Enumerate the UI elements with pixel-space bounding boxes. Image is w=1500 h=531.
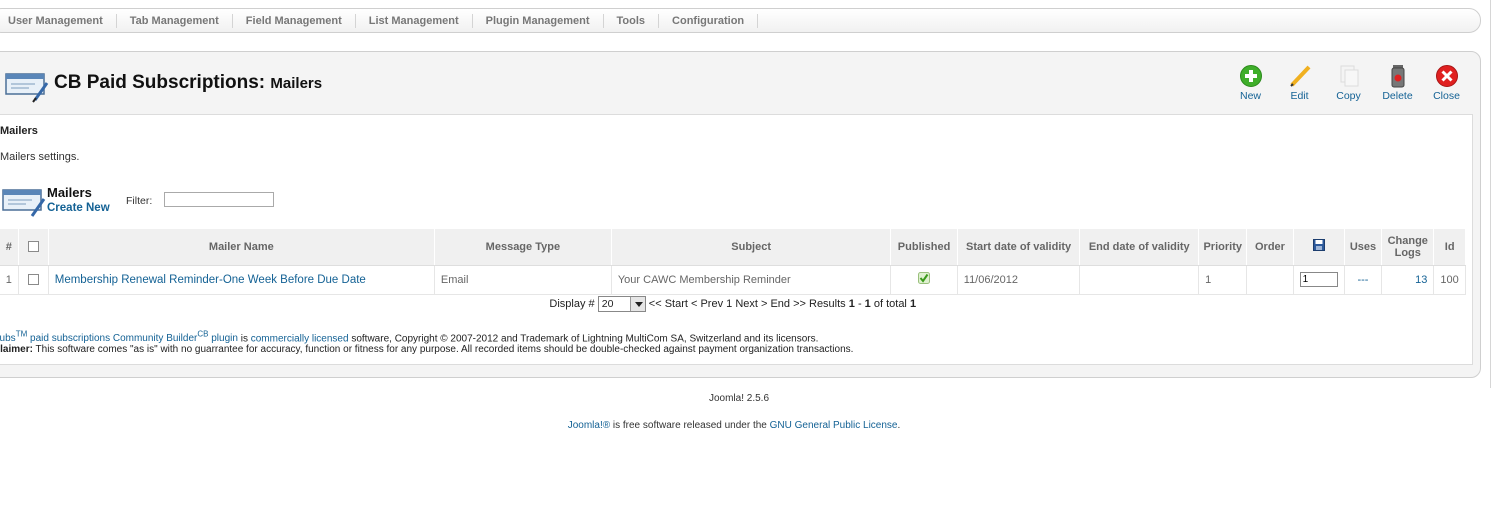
- col-change-logs[interactable]: Change Logs: [1381, 229, 1435, 266]
- row-subject: Your CAWC Membership Reminder: [611, 265, 892, 295]
- save-icon[interactable]: [1312, 239, 1325, 252]
- new-button[interactable]: New: [1226, 64, 1275, 102]
- col-end-date[interactable]: End date of validity: [1079, 229, 1200, 266]
- license-text: Joomla!® is free software released under…: [567, 420, 901, 431]
- commercially-licensed-link[interactable]: commercially licensed: [251, 333, 349, 344]
- pencil-icon: [1289, 65, 1310, 87]
- row-priority: 1: [1198, 265, 1248, 295]
- col-message-type[interactable]: Message Type: [434, 229, 612, 266]
- row-order-input-cell: [1293, 265, 1345, 295]
- copy-button[interactable]: Copy: [1324, 64, 1373, 102]
- close-icon: [1435, 65, 1458, 87]
- uses-link[interactable]: ---: [1357, 274, 1368, 286]
- menu-configuration[interactable]: Configuration: [659, 13, 759, 28]
- display-label: Display #: [549, 298, 595, 311]
- page-border: [1490, 0, 1491, 388]
- create-new-link[interactable]: Create New: [47, 202, 110, 214]
- col-select-all: [18, 229, 49, 266]
- gpl-link[interactable]: GNU General Public License: [770, 420, 898, 431]
- delete-button[interactable]: Delete: [1373, 64, 1422, 102]
- row-uses: ---: [1344, 265, 1383, 295]
- filter-input[interactable]: [164, 192, 274, 207]
- row-order: [1246, 265, 1294, 295]
- joomla-link[interactable]: Joomla!®: [568, 420, 610, 431]
- page-title: CB Paid Subscriptions: Mailers: [54, 72, 323, 93]
- col-save-order: [1293, 229, 1345, 266]
- mailers-icon: [5, 73, 49, 103]
- col-id[interactable]: Id: [1433, 229, 1466, 266]
- row-message-type: Email: [434, 265, 612, 295]
- mailer-name-link[interactable]: Membership Renewal Reminder-One Week Bef…: [55, 274, 366, 286]
- version-text: Joomla! 2.5.6: [708, 393, 770, 404]
- col-published[interactable]: Published: [890, 229, 958, 266]
- toolbar: New Edit Copy Delete Close: [1226, 64, 1471, 102]
- row-id: 100: [1433, 265, 1466, 295]
- results-range-end: 1: [864, 298, 871, 311]
- cbsubs-link[interactable]: CBSubsTM paid subscriptions: [0, 330, 110, 344]
- plus-circle-icon: [1239, 65, 1262, 87]
- menu-tab-management[interactable]: Tab Management: [117, 13, 233, 28]
- col-number: #: [0, 229, 19, 266]
- change-logs-link[interactable]: 13: [1415, 274, 1427, 286]
- edit-button[interactable]: Edit: [1275, 64, 1324, 102]
- row-mailer-name: Membership Renewal Reminder-One Week Bef…: [48, 265, 435, 295]
- row-published: [890, 265, 958, 295]
- footer-disclaimer: Disclaimer: This software comes "as is" …: [0, 344, 854, 355]
- filter-label: Filter:: [126, 195, 153, 207]
- results-range-sep: -: [857, 298, 862, 311]
- copy-icon: [1340, 65, 1358, 87]
- pagination-row: Display # 20 << Start < Prev 1 Next > En…: [0, 294, 1466, 314]
- chevron-down-icon: [629, 297, 645, 312]
- row-start-date: 11/06/2012: [957, 265, 1081, 295]
- col-priority[interactable]: Priority: [1198, 229, 1248, 266]
- menu-plugin-management[interactable]: Plugin Management: [473, 13, 604, 28]
- pager-nav: << Start < Prev 1 Next > End >> Results: [648, 298, 846, 311]
- close-button[interactable]: Close: [1422, 64, 1471, 102]
- menu-list-management[interactable]: List Management: [356, 13, 473, 28]
- results-of-total: of total: [873, 298, 907, 311]
- content-area: Mailers Mailers settings. Mailers Create…: [0, 114, 1473, 365]
- menu-field-management[interactable]: Field Management: [233, 13, 356, 28]
- display-count-select[interactable]: 20: [597, 296, 646, 313]
- published-check-icon[interactable]: [918, 272, 931, 284]
- list-heading: Mailers: [47, 185, 92, 200]
- table-row: 1 Membership Renewal Reminder-One Week B…: [0, 265, 1466, 295]
- section-title: Mailers: [0, 125, 38, 137]
- order-input[interactable]: [1299, 272, 1338, 287]
- results-total: 1: [909, 298, 917, 311]
- community-builder-link[interactable]: Community BuilderCB plugin: [113, 330, 238, 344]
- row-end-date: [1079, 265, 1200, 295]
- table-header-row: # Mailer Name Message Type Subject Publi…: [0, 229, 1466, 266]
- top-menu-bar: User Management Tab Management Field Man…: [0, 8, 1481, 33]
- mailers-list-icon: [2, 189, 46, 217]
- main-panel: CB Paid Subscriptions: Mailers New Edit …: [0, 51, 1481, 378]
- col-start-date[interactable]: Start date of validity: [957, 229, 1081, 266]
- row-checkbox[interactable]: [27, 274, 39, 286]
- row-change-logs: 13: [1381, 265, 1435, 295]
- mailers-table: # Mailer Name Message Type Subject Publi…: [0, 229, 1466, 314]
- row-number: 1: [0, 265, 19, 295]
- menu-user-management[interactable]: User Management: [1, 13, 117, 28]
- row-select: [18, 265, 49, 295]
- footer-copyright: CBSubsTM paid subscriptions Community Bu…: [0, 330, 818, 344]
- col-subject[interactable]: Subject: [611, 229, 892, 266]
- menu-tools[interactable]: Tools: [604, 13, 660, 28]
- col-uses[interactable]: Uses: [1344, 229, 1383, 266]
- select-all-checkbox[interactable]: [27, 241, 39, 253]
- pagination: Display # 20 << Start < Prev 1 Next > En…: [0, 294, 1466, 314]
- results-range-start: 1: [848, 298, 855, 311]
- trash-icon: [1391, 65, 1404, 88]
- col-order[interactable]: Order: [1246, 229, 1294, 266]
- section-description: Mailers settings.: [0, 151, 80, 163]
- col-mailer-name[interactable]: Mailer Name: [48, 229, 435, 266]
